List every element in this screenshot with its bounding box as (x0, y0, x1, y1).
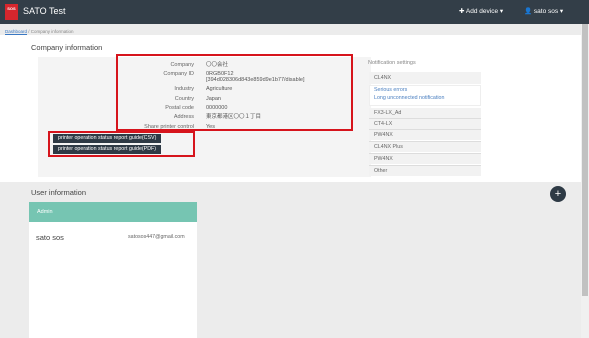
notif-item-cl4nx-plus[interactable]: CL4NX Plus (369, 141, 481, 152)
notif-serious-errors[interactable]: Serious errors (369, 86, 481, 94)
user-card (29, 202, 197, 338)
notif-long-unconnected[interactable]: Long unconnected notification (369, 94, 481, 102)
notif-item-ct4-lx[interactable]: CT4-LX (369, 118, 481, 129)
notif-item-other[interactable]: Other (369, 165, 481, 176)
app-title[interactable]: SATO Test (23, 6, 66, 16)
company-details-highlight (116, 54, 353, 131)
report-guide-pdf-button[interactable]: printer operation status report guide(PD… (53, 145, 162, 154)
add-user-button[interactable]: + (550, 186, 566, 202)
user-email: satosos447@gmail.com (128, 234, 185, 240)
report-guide-csv-button[interactable]: printer operation status report guide(CS… (53, 134, 162, 143)
breadcrumb-current: Company information (30, 29, 74, 34)
company-section-title: Company information (31, 43, 103, 52)
notification-settings-title: Notification settings (368, 60, 416, 66)
breadcrumb: Dashboard / Company information (5, 29, 74, 34)
notif-item-fx3-lx-ad[interactable]: FX3-LX_Ad (369, 108, 481, 118)
sos-logo-icon[interactable]: SOS (5, 4, 18, 20)
notif-item-pw4nx-2[interactable]: PW4NX (369, 153, 481, 164)
page-scrollbar-thumb[interactable] (582, 24, 588, 296)
notif-item-cl4nx[interactable]: CL4NX (369, 72, 481, 84)
user-section-title: User information (31, 188, 87, 197)
notif-item-pw4nx[interactable]: PW4NX (369, 129, 481, 140)
add-device-button[interactable]: ✚ Add device ▾ (459, 7, 503, 15)
user-menu-button[interactable]: 👤 sato sos ▾ (524, 7, 563, 15)
breadcrumb-dashboard-link[interactable]: Dashboard (5, 29, 27, 34)
user-role-header: Admin (29, 202, 197, 222)
user-name[interactable]: sato sos (36, 233, 64, 242)
